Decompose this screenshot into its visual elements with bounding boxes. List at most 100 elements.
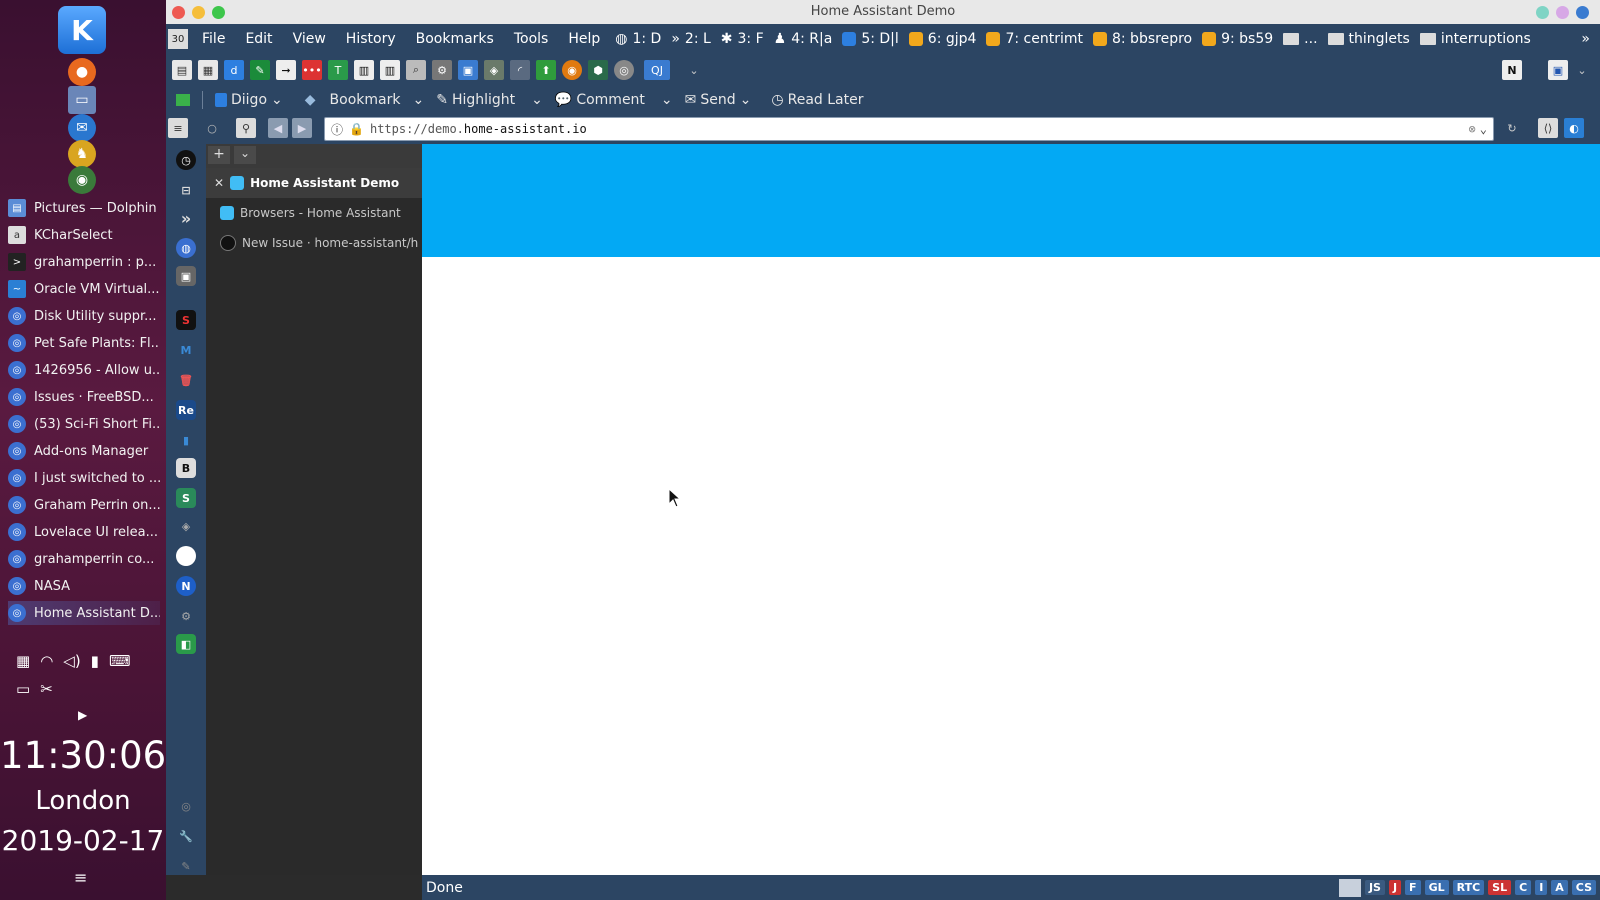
task-item[interactable]: ▤ Pictures — Dolphin (8, 196, 160, 220)
bookmark-button[interactable]: ◆ Bookmark (299, 92, 407, 108)
kde-launcher-icon[interactable]: K (58, 6, 106, 54)
user-agent-icon[interactable]: ⚲ (236, 118, 256, 138)
task-item[interactable]: ◎ NASA (8, 574, 160, 598)
grid-icon[interactable]: ▥ (354, 60, 374, 80)
app-menu-icon[interactable] (1576, 6, 1589, 19)
tab-item[interactable]: ✕ Home Assistant Demo (206, 168, 422, 198)
info-icon[interactable]: ⓘ (331, 121, 343, 138)
arrow-icon[interactable]: ➞ (276, 60, 296, 80)
evernote-icon[interactable]: ◧ (176, 634, 196, 654)
kchar-icon[interactable]: ♞ (68, 140, 96, 168)
status-badge[interactable]: C (1515, 880, 1532, 895)
menu-icon[interactable]: ≡ (168, 118, 188, 138)
status-panel-icon[interactable] (1338, 878, 1361, 897)
read-later-button[interactable]: ◷ Read Later (765, 92, 869, 108)
bookmark-item[interactable]: ◍ 1: D (610, 31, 666, 47)
calendar-icon[interactable]: ▦ (198, 60, 218, 80)
columns-icon[interactable]: ▥ (380, 60, 400, 80)
diigo-icon[interactable]: d (224, 60, 244, 80)
extension-icon[interactable]: ◐ (1564, 118, 1584, 138)
bookmark-folder[interactable]: interruptions (1415, 31, 1536, 47)
menu-edit[interactable]: Edit (235, 31, 282, 47)
keyboard-icon[interactable]: ⌨ (109, 652, 131, 670)
bookmark-item[interactable]: 5: D|l (837, 31, 903, 47)
task-item[interactable]: ◎ Pet Safe Plants: Fl... (8, 331, 160, 355)
menu-view[interactable]: View (283, 31, 336, 47)
task-item[interactable]: ◎ I just switched to ... (8, 466, 160, 490)
circle-icon[interactable]: ○ (202, 118, 222, 138)
menu-tools[interactable]: Tools (504, 31, 559, 47)
gear-icon[interactable]: ⚙ (432, 60, 452, 80)
status-badge[interactable]: J (1388, 880, 1402, 895)
display-icon[interactable]: ▭ (16, 680, 30, 698)
reload-icon[interactable]: ↻ (1502, 118, 1522, 138)
url-field[interactable]: ⓘ 🔒 https://demo. home-assistant.io ⊗ ⌄ (324, 117, 1494, 141)
shade-icon[interactable] (1556, 6, 1569, 19)
menu-history[interactable]: History (336, 31, 406, 47)
tag-icon[interactable]: ◈ (484, 60, 504, 80)
keep-above-icon[interactable] (1536, 6, 1549, 19)
mask-icon[interactable]: ◈ (176, 516, 196, 536)
tray-expand-icon[interactable]: ▶ (78, 708, 87, 722)
task-item[interactable]: ◎ Issues · FreeBSD... (8, 385, 160, 409)
chat-icon[interactable]: ✉ (68, 114, 96, 142)
bookmarks-overflow-button[interactable]: » (1581, 31, 1590, 47)
save-icon[interactable]: ▣ (458, 60, 478, 80)
forward-icon[interactable]: ▶ (292, 118, 312, 138)
menu-help[interactable]: Help (558, 31, 610, 47)
comment-button[interactable]: 💬 Comment (549, 92, 651, 108)
file-manager-icon[interactable]: ▭ (68, 86, 96, 114)
double-chevron-icon[interactable]: » (176, 208, 196, 228)
status-badge[interactable]: SL (1488, 880, 1512, 895)
url-dropdown-icon[interactable]: ⌄ (1480, 122, 1487, 136)
b-icon[interactable]: B (176, 458, 196, 478)
document-icon[interactable]: ▮ (176, 430, 196, 450)
edit-icon[interactable]: ✎ (250, 60, 270, 80)
pin-icon[interactable]: ✎ (176, 856, 196, 876)
more-icon[interactable]: ••• (302, 60, 322, 80)
bookmark-item[interactable]: 9: bs59 (1197, 31, 1278, 47)
bookmark-item[interactable]: ♟ 4: R|a (769, 31, 838, 47)
chevron-down-icon[interactable]: ⌄ (1572, 60, 1592, 80)
send-button[interactable]: ✉ Send ⌄ (679, 92, 758, 108)
bookmark-folder[interactable]: ... (1278, 31, 1322, 47)
reader-icon[interactable]: ⟨⟩ (1538, 118, 1558, 138)
sidebar-toggle-icon[interactable]: ▤ (172, 60, 192, 80)
box-icon[interactable]: ▣ (176, 266, 196, 286)
history-icon[interactable]: ◷ (176, 150, 196, 170)
menu-bookmarks[interactable]: Bookmarks (406, 31, 504, 47)
uk-flag-icon[interactable]: ▦ (16, 652, 30, 670)
task-item-active[interactable]: ◎ Home Assistant D... (8, 601, 160, 625)
volume-icon[interactable]: ◁) (63, 652, 80, 670)
chevron-down-icon[interactable]: ⌄ (684, 60, 704, 80)
clock-time[interactable]: 11:30:06 (0, 734, 166, 777)
tab-menu-dropdown[interactable]: ⌄ (234, 146, 256, 164)
diigo-button[interactable]: Diigo ⌄ (209, 92, 289, 108)
menu-file[interactable]: File (192, 31, 235, 47)
globe-icon[interactable]: ◉ (68, 166, 96, 194)
floppy-icon[interactable]: ▣ (1548, 60, 1568, 80)
status-badge[interactable]: F (1405, 880, 1421, 895)
scissors-icon[interactable]: ✂ (40, 680, 53, 698)
inbox-icon[interactable]: ⊟ (176, 180, 196, 200)
wifi-icon[interactable]: ◠ (40, 652, 53, 670)
bookmark-item[interactable]: ✱ 3: F (716, 31, 769, 47)
status-badge[interactable]: GL (1424, 880, 1449, 895)
malwarebytes-icon[interactable]: M (176, 340, 196, 360)
shield-icon[interactable]: ⬢ (588, 60, 608, 80)
notion-icon[interactable]: N (1502, 60, 1522, 80)
clear-url-icon[interactable]: ⊗ (1469, 122, 1476, 136)
status-badge[interactable]: RTC (1452, 880, 1485, 895)
task-item[interactable]: ◎ Disk Utility suppr... (8, 304, 160, 328)
panel-menu-icon[interactable]: ≡ (74, 868, 87, 887)
zoom-icon[interactable]: ⌕ (406, 60, 426, 80)
wrench-icon[interactable]: 🔧 (176, 826, 196, 846)
bookmark-folder[interactable]: thinglets (1323, 31, 1415, 47)
bookmark-item[interactable]: 6: gjp4 (904, 31, 982, 47)
globe-icon[interactable]: ◍ (176, 238, 196, 258)
task-item[interactable]: > grahamperrin : p... (8, 250, 160, 274)
bookmark-dropdown[interactable]: ⌄ (406, 92, 430, 108)
task-item[interactable]: ◎ Add-ons Manager (8, 439, 160, 463)
highlight-dropdown[interactable]: ⌄ (525, 92, 549, 108)
bookmark-item[interactable]: 8: bbsrepro (1088, 31, 1197, 47)
